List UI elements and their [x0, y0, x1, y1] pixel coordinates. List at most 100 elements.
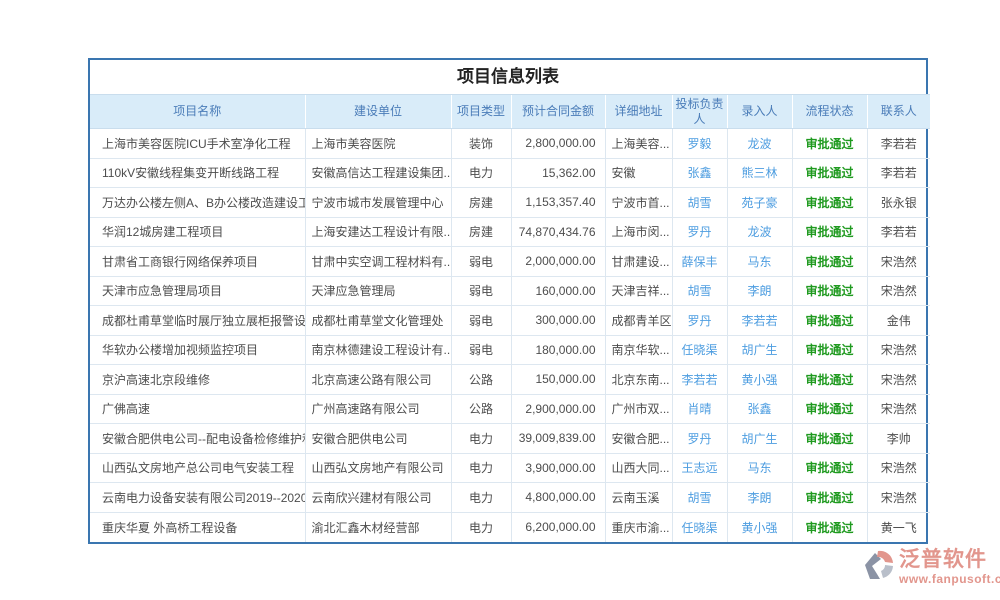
table-row[interactable]: 华软办公楼增加视频监控项目南京林德建设工程设计有...弱电180,000.00南…: [90, 335, 930, 365]
cell-recorder[interactable]: 黄小强: [727, 512, 792, 542]
cell-status[interactable]: 审批通过: [792, 276, 867, 306]
cell-bidder[interactable]: 罗丹: [672, 217, 727, 247]
cell-type: 弱电: [451, 276, 511, 306]
cell-bidder[interactable]: 罗毅: [672, 129, 727, 159]
column-header-address: 详细地址: [605, 95, 672, 129]
table-row[interactable]: 上海市美容医院ICU手术室净化工程上海市美容医院装饰2,800,000.00上海…: [90, 129, 930, 159]
cell-amount: 4,800,000.00: [511, 483, 605, 513]
cell-bidder[interactable]: 王志远: [672, 453, 727, 483]
cell-address: 重庆市渝...: [605, 512, 672, 542]
cell-contact: 宋浩然: [867, 247, 930, 277]
column-header-bidder: 投标负责人: [672, 95, 727, 129]
cell-recorder[interactable]: 张鑫: [727, 394, 792, 424]
cell-recorder[interactable]: 马东: [727, 247, 792, 277]
cell-bidder[interactable]: 肖晴: [672, 394, 727, 424]
cell-name: 安徽合肥供电公司--配电设备检修维护和...: [90, 424, 305, 454]
cell-amount: 74,870,434.76: [511, 217, 605, 247]
cell-bidder[interactable]: 胡雪: [672, 276, 727, 306]
cell-bidder[interactable]: 任晓渠: [672, 512, 727, 542]
cell-status[interactable]: 审批通过: [792, 247, 867, 277]
cell-unit: 上海市美容医院: [305, 129, 451, 159]
column-header-amount: 预计合同金额: [511, 95, 605, 129]
cell-type: 弱电: [451, 306, 511, 336]
cell-amount: 300,000.00: [511, 306, 605, 336]
cell-unit: 广州高速路有限公司: [305, 394, 451, 424]
cell-type: 装饰: [451, 129, 511, 159]
cell-recorder[interactable]: 龙波: [727, 217, 792, 247]
cell-type: 电力: [451, 158, 511, 188]
cell-unit: 天津应急管理局: [305, 276, 451, 306]
cell-contact: 宋浩然: [867, 483, 930, 513]
cell-recorder[interactable]: 马东: [727, 453, 792, 483]
cell-recorder[interactable]: 李朗: [727, 483, 792, 513]
cell-unit: 成都杜甫草堂文化管理处: [305, 306, 451, 336]
cell-status[interactable]: 审批通过: [792, 424, 867, 454]
cell-recorder[interactable]: 胡广生: [727, 335, 792, 365]
cell-bidder[interactable]: 罗丹: [672, 306, 727, 336]
cell-contact: 黄一飞: [867, 512, 930, 542]
cell-recorder[interactable]: 龙波: [727, 129, 792, 159]
table-row[interactable]: 安徽合肥供电公司--配电设备检修维护和...安徽合肥供电公司电力39,009,8…: [90, 424, 930, 454]
brand-url[interactable]: www.fanpusoft.com: [899, 572, 1000, 586]
cell-status[interactable]: 审批通过: [792, 158, 867, 188]
cell-contact: 金伟: [867, 306, 930, 336]
cell-address: 云南玉溪: [605, 483, 672, 513]
cell-amount: 6,200,000.00: [511, 512, 605, 542]
project-info-panel: 项目信息列表 项目名称 建设单位 项目类型 预计合同金额 详细地址 投标负责人 …: [88, 58, 928, 544]
cell-name: 广佛高速: [90, 394, 305, 424]
cell-recorder[interactable]: 苑子豪: [727, 188, 792, 218]
cell-amount: 2,000,000.00: [511, 247, 605, 277]
cell-status[interactable]: 审批通过: [792, 365, 867, 395]
column-header-name: 项目名称: [90, 95, 305, 129]
cell-name: 云南电力设备安装有限公司2019--2020年...: [90, 483, 305, 513]
cell-bidder[interactable]: 李若若: [672, 365, 727, 395]
cell-status[interactable]: 审批通过: [792, 306, 867, 336]
cell-bidder[interactable]: 任晓渠: [672, 335, 727, 365]
cell-contact: 宋浩然: [867, 453, 930, 483]
cell-recorder[interactable]: 李若若: [727, 306, 792, 336]
cell-name: 京沪高速北京段维修: [90, 365, 305, 395]
cell-bidder[interactable]: 胡雪: [672, 483, 727, 513]
cell-status[interactable]: 审批通过: [792, 512, 867, 542]
table-row[interactable]: 京沪高速北京段维修北京高速公路有限公司公路150,000.00北京东南...李若…: [90, 365, 930, 395]
cell-bidder[interactable]: 张鑫: [672, 158, 727, 188]
cell-recorder[interactable]: 胡广生: [727, 424, 792, 454]
cell-bidder[interactable]: 罗丹: [672, 424, 727, 454]
cell-status[interactable]: 审批通过: [792, 217, 867, 247]
table-row[interactable]: 广佛高速广州高速路有限公司公路2,900,000.00广州市双...肖晴张鑫审批…: [90, 394, 930, 424]
column-header-contact: 联系人: [867, 95, 930, 129]
table-row[interactable]: 重庆华夏 外高桥工程设备渝北汇鑫木材经营部电力6,200,000.00重庆市渝.…: [90, 512, 930, 542]
table-row[interactable]: 山西弘文房地产总公司电气安装工程山西弘文房地产有限公司电力3,900,000.0…: [90, 453, 930, 483]
cell-name: 甘肃省工商银行网络保养项目: [90, 247, 305, 277]
cell-status[interactable]: 审批通过: [792, 483, 867, 513]
cell-amount: 2,900,000.00: [511, 394, 605, 424]
table-row[interactable]: 万达办公楼左侧A、B办公楼改造建设工程宁波市城市发展管理中心房建1,153,35…: [90, 188, 930, 218]
cell-recorder[interactable]: 熊三林: [727, 158, 792, 188]
table-row[interactable]: 甘肃省工商银行网络保养项目甘肃中实空调工程材料有...弱电2,000,000.0…: [90, 247, 930, 277]
cell-contact: 张永银: [867, 188, 930, 218]
cell-type: 公路: [451, 365, 511, 395]
cell-status[interactable]: 审批通过: [792, 129, 867, 159]
cell-unit: 上海安建达工程设计有限...: [305, 217, 451, 247]
table-row[interactable]: 110kV安徽线程集变开断线路工程安徽高信达工程建设集团...电力15,362.…: [90, 158, 930, 188]
table-row[interactable]: 成都杜甫草堂临时展厅独立展柜报警设备...成都杜甫草堂文化管理处弱电300,00…: [90, 306, 930, 336]
cell-type: 电力: [451, 483, 511, 513]
cell-amount: 180,000.00: [511, 335, 605, 365]
column-header-type: 项目类型: [451, 95, 511, 129]
table-row[interactable]: 天津市应急管理局项目天津应急管理局弱电160,000.00天津吉祥...胡雪李朗…: [90, 276, 930, 306]
cell-bidder[interactable]: 胡雪: [672, 188, 727, 218]
cell-bidder[interactable]: 薛保丰: [672, 247, 727, 277]
table-row[interactable]: 华润12城房建工程项目上海安建达工程设计有限...房建74,870,434.76…: [90, 217, 930, 247]
cell-address: 上海市闵...: [605, 217, 672, 247]
table-row[interactable]: 云南电力设备安装有限公司2019--2020年...云南欣兴建材有限公司电力4,…: [90, 483, 930, 513]
cell-unit: 渝北汇鑫木材经营部: [305, 512, 451, 542]
cell-recorder[interactable]: 黄小强: [727, 365, 792, 395]
column-header-status: 流程状态: [792, 95, 867, 129]
cell-name: 华软办公楼增加视频监控项目: [90, 335, 305, 365]
table-header-row: 项目名称 建设单位 项目类型 预计合同金额 详细地址 投标负责人 录入人 流程状…: [90, 95, 930, 129]
cell-status[interactable]: 审批通过: [792, 453, 867, 483]
cell-status[interactable]: 审批通过: [792, 335, 867, 365]
cell-recorder[interactable]: 李朗: [727, 276, 792, 306]
cell-status[interactable]: 审批通过: [792, 394, 867, 424]
cell-status[interactable]: 审批通过: [792, 188, 867, 218]
